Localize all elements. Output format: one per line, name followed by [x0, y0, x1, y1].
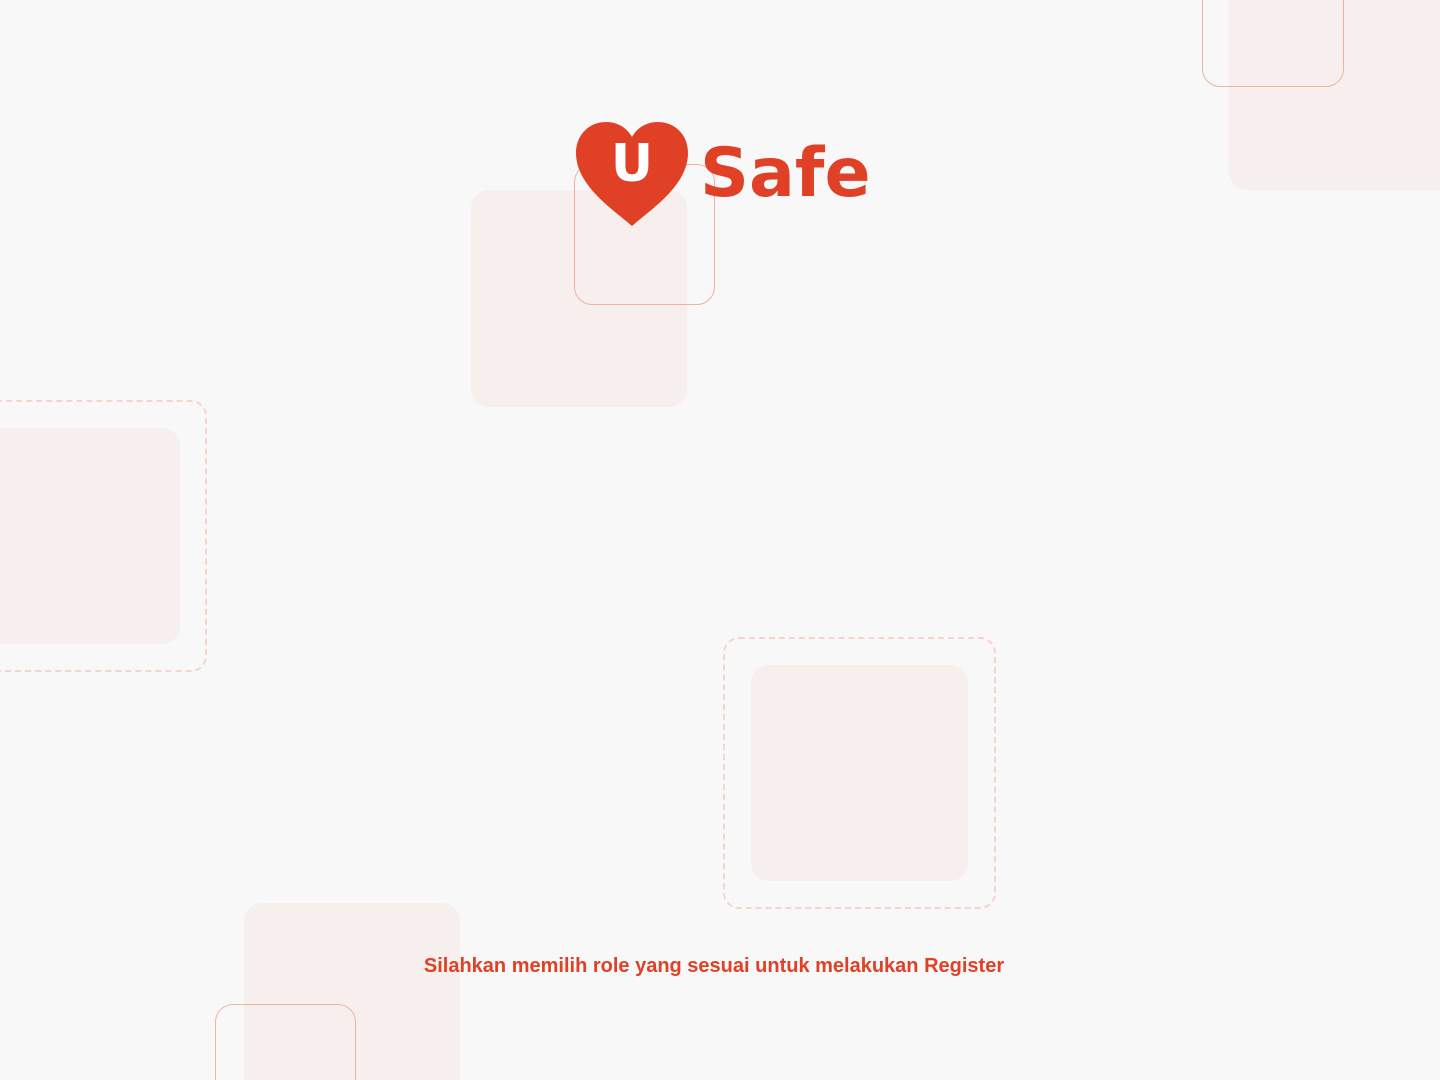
decor-dashed-right [723, 637, 996, 909]
logo-wordmark: Safe [700, 134, 871, 213]
register-instruction-text: Silahkan memilih role yang sesuai untuk … [423, 955, 1005, 977]
heart-icon: U [574, 120, 690, 230]
decor-outline-bottom-left [215, 1004, 356, 1080]
logo-letter: U [610, 134, 654, 194]
decor-outline-top-right [1202, 0, 1344, 87]
register-role-page: U Safe Silahkan memilih role yang sesuai… [0, 0, 1440, 1080]
usafe-logo: U Safe [574, 120, 874, 230]
decor-dashed-left [0, 400, 207, 672]
